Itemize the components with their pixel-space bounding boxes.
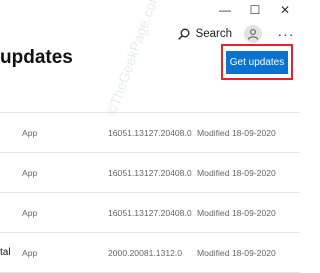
list-item[interactable]: App 16051.13127.20408.0 Modified 18-09-2…: [0, 192, 300, 232]
search-button[interactable]: Search: [170, 22, 240, 46]
close-button[interactable]: ✕: [270, 0, 300, 20]
maximize-icon: ☐: [249, 3, 261, 17]
get-updates-button[interactable]: Get updates: [226, 51, 288, 74]
app-type: App: [22, 127, 38, 138]
search-icon: [177, 28, 190, 40]
app-version: 16051.13127.20408.0: [108, 167, 192, 178]
app-modified: Modified 18-09-2020: [197, 127, 276, 138]
app-modified: Modified 18-09-2020: [197, 247, 276, 258]
minimize-button[interactable]: —: [210, 0, 240, 20]
app-version: 2000.20081.1312.0: [108, 247, 183, 258]
close-icon: ✕: [279, 3, 291, 17]
list-item[interactable]: App 16051.13127.20408.0 Modified 18-09-2…: [0, 152, 300, 192]
list-item[interactable]: tal App 2000.20081.1312.0 Modified 18-09…: [0, 232, 300, 273]
app-modified: Modified 18-09-2020: [197, 167, 276, 178]
minimize-icon: —: [219, 3, 231, 17]
app-type: App: [22, 207, 38, 218]
app-version: 16051.13127.20408.0: [108, 127, 192, 138]
watermark: ©TheGeekPage.com: [103, 0, 163, 118]
app-name: tal: [0, 247, 11, 258]
page-title: updates: [0, 47, 73, 68]
toolbar: Search ···: [170, 22, 300, 46]
list-item[interactable]: App 16051.13127.20408.0 Modified 18-09-2…: [0, 112, 300, 152]
window-controls: — ☐ ✕: [210, 0, 300, 20]
search-label: Search: [195, 28, 232, 40]
person-icon: [248, 29, 258, 40]
account-avatar[interactable]: [244, 25, 262, 43]
app-modified: Modified 18-09-2020: [197, 207, 276, 218]
app-version: 16051.13127.20408.0: [108, 207, 192, 218]
store-window: — ☐ ✕ Search ··· updates Get updates App…: [0, 0, 300, 273]
app-type: App: [22, 167, 38, 178]
updates-list: App 16051.13127.20408.0 Modified 18-09-2…: [0, 112, 300, 273]
more-options-button[interactable]: ···: [272, 22, 300, 46]
app-type: App: [22, 247, 38, 258]
maximize-button[interactable]: ☐: [240, 0, 270, 20]
more-icon: ···: [277, 26, 295, 42]
